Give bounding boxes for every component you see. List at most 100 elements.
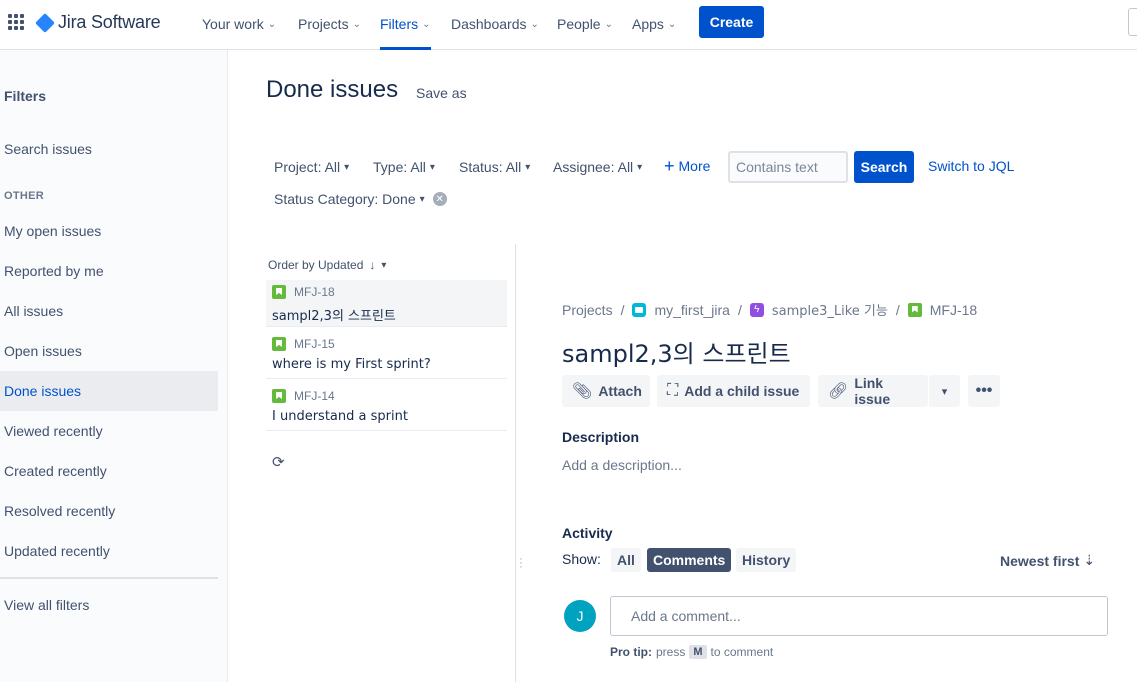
page-title: Done issues	[266, 76, 399, 103]
arrow-down-icon[interactable]: ↓	[369, 258, 375, 272]
sidebar-item-done-issues[interactable]: Done issues	[0, 371, 218, 411]
tab-history[interactable]: History	[736, 548, 797, 572]
list-item[interactable]: MFJ-15 where is my First sprint?	[266, 332, 507, 379]
breadcrumb-projects[interactable]: Projects	[562, 302, 613, 318]
order-by-button[interactable]: Order by Updated ↓ ▾	[268, 258, 386, 272]
chevron-down-icon: ⌄	[422, 18, 431, 30]
sidebar-item-search-issues[interactable]: Search issues	[0, 129, 218, 169]
list-item[interactable]: MFJ-18 sampl2,3의 스프린트	[266, 280, 507, 327]
breadcrumb-issue[interactable]: MFJ-18	[930, 302, 977, 318]
description-label: Description	[562, 429, 640, 445]
chevron-down-icon[interactable]: ▾	[381, 260, 386, 271]
hierarchy-icon: ⛶	[667, 382, 679, 399]
nav-apps[interactable]: Apps ⌄	[632, 14, 676, 34]
sidebar-item-resolved-recently[interactable]: Resolved recently	[0, 491, 218, 531]
breadcrumb-project[interactable]: my_first_jira	[654, 302, 729, 318]
project-filter[interactable]: Project: All ▾	[274, 157, 349, 177]
nav-people[interactable]: People ⌄	[557, 14, 613, 34]
story-icon	[272, 285, 286, 299]
plus-icon: +	[664, 156, 675, 176]
more-actions-button[interactable]: •••	[968, 375, 1000, 407]
activity-label: Activity	[562, 525, 613, 541]
breadcrumb-separator: /	[620, 301, 625, 318]
list-item[interactable]: MFJ-14 I understand a sprint	[266, 384, 507, 431]
status-category-filter[interactable]: Status Category: Done ▾ ✕	[274, 189, 447, 209]
paperclip-icon: 📎︎	[572, 383, 593, 400]
pro-tip-press: press	[656, 645, 686, 659]
link-icon: 🔗︎	[828, 383, 849, 400]
sidebar-item-view-all-filters[interactable]: View all filters	[0, 585, 218, 625]
sidebar-item-my-open-issues[interactable]: My open issues	[0, 211, 218, 251]
search-button[interactable]: Search	[854, 151, 914, 183]
link-issue-button[interactable]: 🔗︎ Link issue	[818, 375, 928, 407]
filter-label: Assignee: All	[553, 159, 634, 175]
save-as-button[interactable]: Save as	[416, 85, 467, 101]
nav-label: Apps	[632, 16, 664, 32]
chevron-down-icon: ▾	[525, 161, 531, 173]
sort-order-button[interactable]: Newest first ⇣	[1000, 552, 1095, 569]
issue-title[interactable]: sampl2,3의 스프린트	[562, 334, 791, 369]
story-icon	[272, 389, 286, 403]
sidebar-item-reported-by-me[interactable]: Reported by me	[0, 251, 218, 291]
chevron-down-icon: ▾	[429, 161, 435, 173]
nav-filters[interactable]: Filters ⌄	[380, 14, 431, 50]
sort-icon: ⇣	[1083, 552, 1096, 568]
story-icon	[907, 302, 922, 317]
sidebar-item-all-issues[interactable]: All issues	[0, 291, 218, 331]
project-icon	[632, 302, 647, 317]
breadcrumb-separator: /	[737, 301, 742, 318]
sidebar-item-updated-recently[interactable]: Updated recently	[0, 531, 218, 571]
switch-to-jql-link[interactable]: Switch to JQL	[928, 158, 1014, 174]
description-field[interactable]: Add a description...	[562, 457, 682, 473]
nav-label: Your work	[202, 16, 264, 32]
filter-label: Type: All	[373, 159, 426, 175]
comment-input[interactable]: Add a comment...	[610, 596, 1108, 636]
attach-button[interactable]: 📎︎ Attach	[562, 375, 650, 407]
show-label: Show:	[562, 551, 601, 567]
sidebar-item-viewed-recently[interactable]: Viewed recently	[0, 411, 218, 451]
issue-list-panel: Order by Updated ↓ ▾ MFJ-18 sampl2,3의 스프…	[266, 244, 516, 682]
more-label: More	[678, 158, 711, 174]
nav-dashboards[interactable]: Dashboards ⌄	[451, 14, 539, 34]
type-filter[interactable]: Type: All ▾	[373, 157, 435, 177]
panel-resize-handle[interactable]: · · ·	[519, 552, 523, 572]
assignee-filter[interactable]: Assignee: All ▾	[553, 157, 642, 177]
contains-text-input[interactable]: Contains text	[728, 151, 848, 183]
clear-filter-icon[interactable]: ✕	[432, 192, 447, 206]
chevron-down-icon: ⌄	[267, 18, 277, 30]
refresh-icon[interactable]: ⟳	[272, 453, 285, 471]
nav-label: Filters	[380, 16, 419, 32]
jira-logo[interactable]: Jira Software	[35, 12, 161, 33]
chevron-down-icon: ⌄	[352, 18, 361, 30]
story-icon	[272, 337, 286, 351]
sidebar-item-created-recently[interactable]: Created recently	[0, 451, 218, 491]
create-button[interactable]: Create	[699, 6, 764, 38]
tab-comments[interactable]: Comments	[647, 548, 732, 572]
link-issue-dropdown[interactable]: ▾	[928, 375, 960, 407]
sort-label: Newest first	[1000, 552, 1080, 569]
issue-key: MFJ-18	[294, 285, 335, 299]
pro-tip: Pro tip: press M to comment	[610, 645, 773, 659]
status-filter[interactable]: Status: All ▾	[459, 157, 530, 177]
tab-all[interactable]: All	[611, 548, 641, 572]
add-child-label: Add a child issue	[684, 383, 800, 399]
top-navigation: Jira Software Your work ⌄ Projects ⌄ Filte…	[0, 0, 1137, 50]
avatar: J	[564, 600, 596, 632]
add-child-issue-button[interactable]: ⛶ Add a child issue	[657, 375, 810, 407]
breadcrumb: Projects / my_first_jira / ϟ sample3_Lik…	[562, 300, 977, 320]
search-field-edge[interactable]	[1128, 8, 1137, 36]
sidebar-item-open-issues[interactable]: Open issues	[0, 331, 218, 371]
nav-label: Projects	[298, 16, 349, 32]
app-switcher-icon[interactable]	[8, 14, 24, 30]
nav-your-work[interactable]: Your work ⌄	[202, 14, 276, 34]
breadcrumb-epic[interactable]: sample3_Like 기능	[772, 300, 888, 319]
sidebar-section-heading: OTHER	[4, 190, 44, 202]
chevron-down-icon: ▾	[637, 161, 643, 173]
more-icon: •••	[975, 382, 993, 399]
nav-projects[interactable]: Projects ⌄	[298, 14, 361, 34]
chevron-down-icon: ▾	[941, 385, 948, 398]
issue-summary: I understand a sprint	[272, 409, 408, 424]
more-filters-button[interactable]: + More	[664, 157, 710, 175]
jira-diamond-icon	[35, 12, 55, 33]
pro-tip-suffix: to comment	[710, 645, 774, 659]
